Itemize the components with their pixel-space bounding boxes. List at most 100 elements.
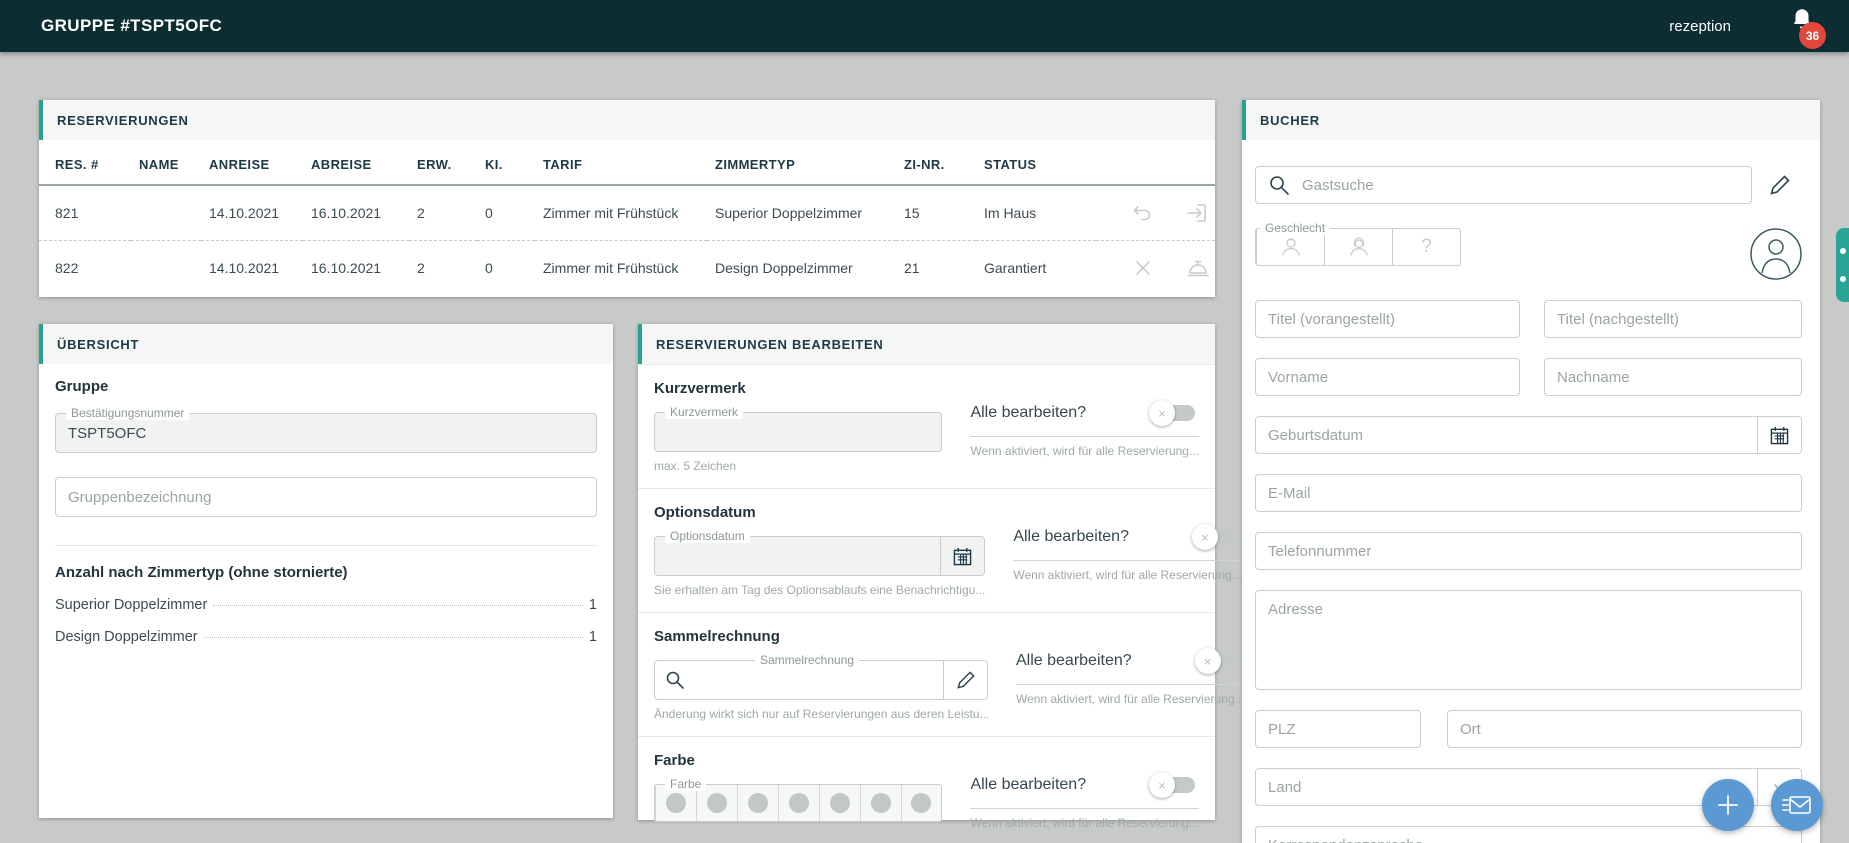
kurzvermerk-helper: max. 5 Zeichen bbox=[654, 459, 942, 473]
sammelrechnung-helper: Änderung wirkt sich nur auf Reservierung… bbox=[654, 707, 988, 721]
last-name-input[interactable] bbox=[1545, 369, 1801, 386]
roomtype-label: Design Doppelzimmer bbox=[55, 629, 198, 645]
overview-panel-title: ÜBERSICHT bbox=[57, 337, 139, 352]
farbe-label: Farbe bbox=[665, 777, 706, 791]
color-swatch[interactable] bbox=[901, 785, 942, 821]
guest-search-field[interactable] bbox=[1255, 166, 1752, 204]
calendar-icon bbox=[953, 547, 972, 566]
language-input[interactable] bbox=[1256, 837, 1801, 843]
edit-all-toggle[interactable]: × bbox=[1198, 529, 1238, 545]
color-swatch[interactable] bbox=[778, 785, 819, 821]
first-name-input[interactable] bbox=[1256, 369, 1519, 386]
city-input[interactable] bbox=[1448, 721, 1801, 738]
edit-invoice-button[interactable] bbox=[943, 661, 987, 699]
gender-unknown-button[interactable]: ? bbox=[1392, 229, 1460, 265]
edit-all-toggle[interactable]: × bbox=[1201, 653, 1241, 669]
title-prefix-field[interactable] bbox=[1255, 300, 1520, 338]
gender-selector: Geschlecht ? bbox=[1255, 228, 1461, 266]
sammelrechnung-field[interactable]: Sammelrechnung bbox=[654, 660, 988, 700]
address-field[interactable] bbox=[1255, 590, 1802, 690]
edit-reservations-panel: RESERVIERUNGEN BEARBEITEN Kurzvermerk Ku… bbox=[638, 324, 1215, 820]
male-icon bbox=[1278, 234, 1304, 260]
roomtype-label: Superior Doppelzimmer bbox=[55, 597, 207, 613]
female-icon bbox=[1346, 234, 1372, 260]
booker-panel-title: BUCHER bbox=[1260, 113, 1320, 128]
section-kurzvermerk: Kurzvermerk Kurzvermerk max. 5 Zeichen A… bbox=[638, 364, 1215, 488]
cell-abreise: 16.10.2021 bbox=[303, 185, 409, 241]
gender-female-button[interactable] bbox=[1324, 229, 1392, 265]
user-menu[interactable]: rezeption bbox=[1669, 18, 1731, 35]
edit-panel-header: RESERVIERUNGEN BEARBEITEN bbox=[638, 324, 1215, 364]
cell-name bbox=[131, 185, 201, 241]
sammelrechnung-label: Sammelrechnung bbox=[755, 653, 859, 667]
table-row[interactable]: 822 14.10.2021 16.10.2021 2 0 Zimmer mit… bbox=[39, 241, 1215, 296]
send-mail-icon bbox=[1782, 794, 1812, 816]
first-name-field[interactable] bbox=[1255, 358, 1520, 396]
send-email-button[interactable] bbox=[1771, 779, 1823, 831]
last-name-field[interactable] bbox=[1544, 358, 1802, 396]
edit-all-label: Alle bearbeiten? bbox=[1016, 652, 1132, 670]
edit-all-helper: Wenn aktiviert, wird für alle Reservieru… bbox=[1016, 692, 1245, 706]
title-prefix-input[interactable] bbox=[1256, 311, 1519, 328]
col-res: RES. # bbox=[39, 140, 131, 185]
calendar-button[interactable] bbox=[940, 537, 984, 575]
overview-divider bbox=[55, 545, 597, 546]
country-input[interactable] bbox=[1256, 779, 1757, 796]
table-header-row: RES. # NAME ANREISE ABREISE ERW. KI. TAR… bbox=[39, 140, 1215, 185]
pencil-icon bbox=[957, 671, 975, 689]
edit-guest-button[interactable] bbox=[1758, 166, 1802, 204]
optionsdatum-label: Optionsdatum bbox=[665, 529, 750, 543]
cancel-icon[interactable] bbox=[1132, 257, 1154, 279]
color-swatch[interactable] bbox=[737, 785, 778, 821]
calendar-button[interactable] bbox=[1757, 417, 1801, 453]
list-item: Superior Doppelzimmer 1 bbox=[55, 597, 597, 613]
edit-all-toggle[interactable]: × bbox=[1155, 405, 1195, 421]
edit-all-label: Alle bearbeiten? bbox=[970, 404, 1086, 422]
edit-all-label: Alle bearbeiten? bbox=[970, 776, 1086, 794]
service-bell-icon[interactable] bbox=[1186, 257, 1210, 279]
color-swatch[interactable] bbox=[819, 785, 860, 821]
confirmation-number-label: Bestätigungsnummer bbox=[66, 406, 189, 420]
phone-input[interactable] bbox=[1256, 543, 1801, 560]
cell-zinr: 15 bbox=[896, 185, 976, 241]
avatar bbox=[1750, 228, 1802, 280]
cell-res: 822 bbox=[39, 241, 131, 296]
cell-erw: 2 bbox=[409, 185, 477, 241]
side-drawer-handle[interactable] bbox=[1836, 228, 1849, 302]
birthdate-field[interactable] bbox=[1255, 416, 1802, 454]
group-name-input[interactable] bbox=[56, 489, 596, 506]
city-field[interactable] bbox=[1447, 710, 1802, 748]
title-suffix-input[interactable] bbox=[1545, 311, 1801, 328]
notification-badge: 36 bbox=[1799, 22, 1826, 49]
sammelrechnung-input[interactable] bbox=[685, 672, 943, 689]
add-button[interactable] bbox=[1702, 779, 1754, 831]
zip-input[interactable] bbox=[1256, 721, 1420, 738]
phone-field[interactable] bbox=[1255, 532, 1802, 570]
confirmation-number-field: Bestätigungsnummer bbox=[55, 413, 597, 453]
email-input[interactable] bbox=[1256, 485, 1801, 502]
status-badge: Garantiert bbox=[976, 241, 1096, 296]
notifications-button[interactable]: 36 bbox=[1789, 6, 1819, 46]
undo-icon[interactable] bbox=[1132, 202, 1154, 224]
drag-handle-icon bbox=[1840, 276, 1846, 282]
table-row[interactable]: 821 14.10.2021 16.10.2021 2 0 Zimmer mit… bbox=[39, 185, 1215, 241]
edit-panel-title: RESERVIERUNGEN BEARBEITEN bbox=[656, 337, 883, 352]
col-name: NAME bbox=[131, 140, 201, 185]
cell-anreise: 14.10.2021 bbox=[201, 185, 303, 241]
cell-anreise: 14.10.2021 bbox=[201, 241, 303, 296]
zip-field[interactable] bbox=[1255, 710, 1421, 748]
title-suffix-field[interactable] bbox=[1544, 300, 1802, 338]
birthdate-input[interactable] bbox=[1256, 427, 1757, 444]
color-swatch[interactable] bbox=[860, 785, 901, 821]
guest-search-input[interactable] bbox=[1290, 177, 1751, 194]
address-input[interactable] bbox=[1256, 591, 1801, 689]
cell-res: 821 bbox=[39, 185, 131, 241]
group-name-field[interactable] bbox=[55, 477, 597, 517]
plus-icon bbox=[1715, 792, 1741, 818]
section-sammelrechnung: Sammelrechnung Sammelrechnung Änderung w… bbox=[638, 612, 1215, 736]
email-field[interactable] bbox=[1255, 474, 1802, 512]
check-out-icon[interactable] bbox=[1186, 202, 1208, 224]
question-mark-icon: ? bbox=[1421, 236, 1432, 258]
dotted-leader bbox=[204, 637, 583, 638]
edit-all-toggle[interactable]: × bbox=[1155, 777, 1195, 793]
